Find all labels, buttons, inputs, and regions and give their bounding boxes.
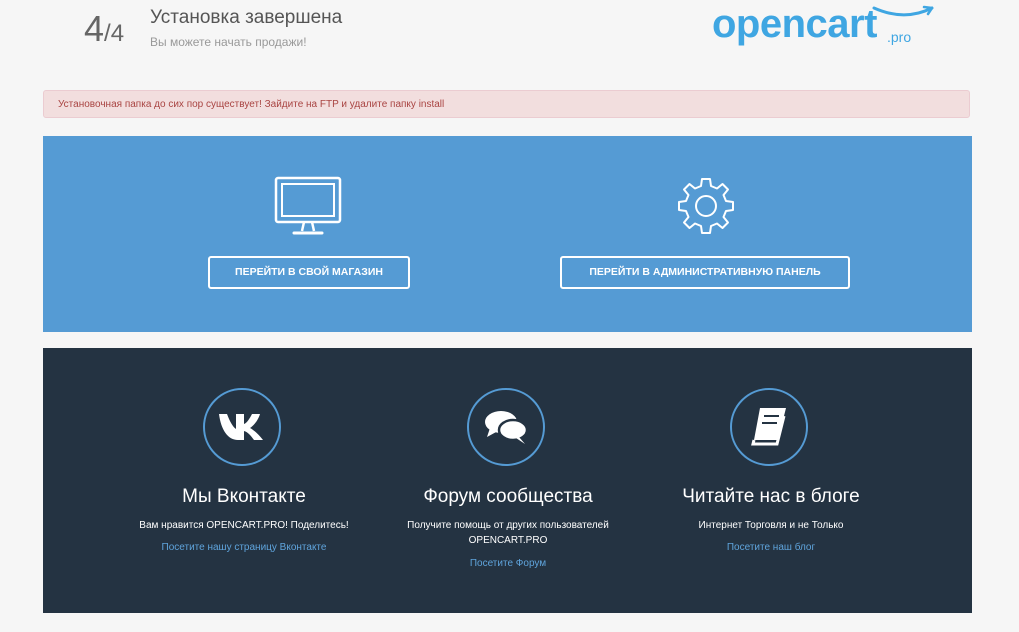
book-icon: [751, 408, 786, 446]
opencart-logo[interactable]: opencart .pro: [712, 2, 942, 52]
step-indicator: 4/4: [84, 8, 124, 50]
step-separator: /: [104, 20, 111, 47]
vk-page-link[interactable]: Посетите нашу страницу Вконтакте: [114, 542, 374, 553]
page-title: Установка завершена: [150, 7, 343, 28]
blog-link[interactable]: Посетите наш блог: [641, 542, 901, 553]
logo-swoosh-icon: [872, 5, 934, 17]
vk-icon-circle[interactable]: [203, 388, 281, 466]
community-desc: Получите помощь от других пользователей …: [407, 520, 609, 546]
monitor-icon: [274, 176, 342, 235]
forum-link[interactable]: Посетите Форум: [378, 558, 638, 569]
community-title: Читайте нас в блоге: [682, 486, 860, 507]
community-desc: Вам нравится OPENCART.PRO! Поделитесь!: [139, 520, 349, 531]
vk-icon: [219, 414, 263, 440]
header: 4/4 Установка завершена Вы можете начать…: [0, 0, 1019, 80]
logo-name: opencart: [712, 2, 877, 46]
community-panel: Мы Вконтакте Вам нравится OPENCART.PRO! …: [43, 348, 972, 613]
page-subtitle: Вы можете начать продажи!: [150, 35, 307, 49]
step-total: 4: [110, 20, 125, 47]
book-icon-circle[interactable]: [730, 388, 808, 466]
community-vk: Мы Вконтакте Вам нравится OPENCART.PRO! …: [114, 348, 374, 613]
community-blog: Читайте нас в блоге Интернет Торговля и …: [641, 348, 901, 613]
actions-panel: ПЕРЕЙТИ В СВОЙ МАГАЗИН ПЕРЕЙТИ В АДМИНИС…: [43, 136, 972, 332]
community-title: Мы Вконтакте: [182, 486, 306, 507]
community-title: Форум сообщества: [423, 486, 593, 507]
gear-icon: [678, 178, 734, 234]
go-to-admin-button[interactable]: ПЕРЕЙТИ В АДМИНИСТРАТИВНУЮ ПАНЕЛЬ: [560, 256, 850, 289]
step-current: 4: [84, 8, 105, 49]
community-forum: Форум сообщества Получите помощь от друг…: [378, 348, 638, 613]
chat-icon-circle[interactable]: [467, 388, 545, 466]
go-to-store-button[interactable]: ПЕРЕЙТИ В СВОЙ МАГАЗИН: [208, 256, 410, 289]
chat-bubbles-icon: [485, 411, 529, 444]
logo-suffix: .pro: [887, 29, 912, 45]
community-desc: Интернет Торговля и не Только: [698, 520, 844, 531]
warning-alert: Установочная папка до сих пор существует…: [43, 90, 970, 118]
